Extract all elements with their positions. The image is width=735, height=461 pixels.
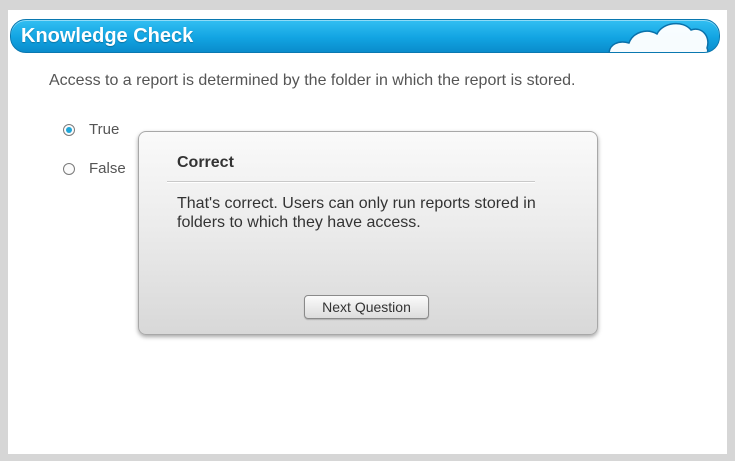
divider <box>167 181 535 183</box>
question-text: Access to a report is determined by the … <box>49 72 576 89</box>
cloud-icon <box>608 22 709 52</box>
feedback-dialog: Correct That's correct. Users can only r… <box>138 131 598 335</box>
slide-frame: Knowledge Check Access to a report is de… <box>8 10 727 454</box>
header-bar: Knowledge Check <box>10 19 720 53</box>
radio-false[interactable] <box>63 162 75 175</box>
next-question-button[interactable]: Next Question <box>304 295 429 319</box>
page-title: Knowledge Check <box>21 25 194 47</box>
option-true[interactable]: True <box>63 121 119 138</box>
radio-selected-dot <box>66 126 72 133</box>
feedback-title: Correct <box>177 154 234 171</box>
option-false[interactable]: False <box>63 160 126 177</box>
option-true-label: True <box>89 121 120 138</box>
feedback-message: That's correct. Users can only run repor… <box>177 195 536 231</box>
radio-true[interactable] <box>63 123 75 136</box>
option-false-label: False <box>89 160 126 177</box>
